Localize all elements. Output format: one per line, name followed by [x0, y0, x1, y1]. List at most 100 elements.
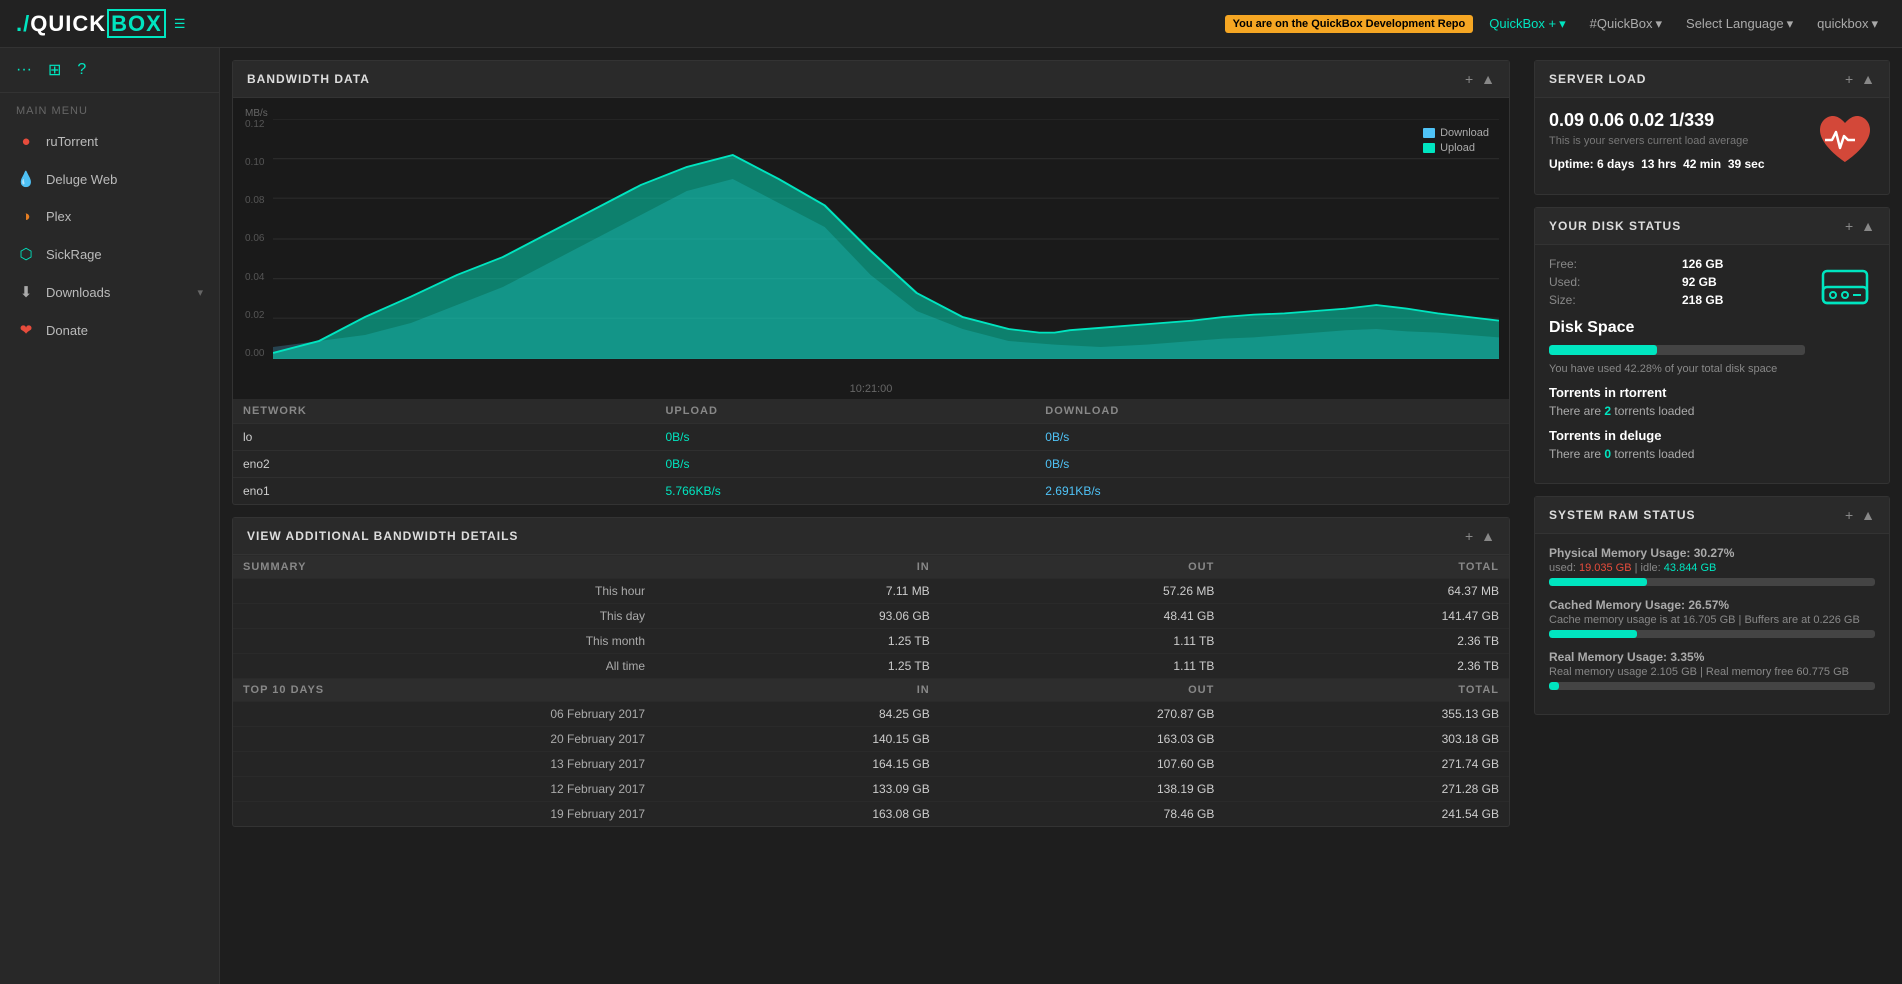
table-row: This hour 7.11 MB 57.26 MB 64.37 MB — [233, 579, 1509, 604]
col-total: TOTAL — [1224, 556, 1509, 579]
disk-used-label: Used: — [1549, 275, 1662, 289]
disk-free-label: Free: — [1549, 257, 1662, 271]
sidebar-ellipsis-button[interactable]: ··· — [16, 61, 32, 79]
torrents-deluge-section: Torrents in deluge There are 0 torrents … — [1549, 428, 1805, 461]
download-icon: ⬇ — [16, 283, 36, 301]
ram-card-body: Physical Memory Usage: 30.27% used: 19.0… — [1535, 534, 1889, 714]
table-row: eno2 0B/s 0B/s — [233, 451, 1509, 478]
ram-status-header: SYSTEM RAM STATUS + ▲ — [1535, 497, 1889, 534]
chevron-down-icon: ▾ — [197, 286, 203, 299]
dev-badge: You are on the QuickBox Development Repo — [1225, 15, 1474, 33]
table-row: lo 0B/s 0B/s — [233, 424, 1509, 451]
disk-used-value: 92 GB — [1682, 275, 1805, 289]
menu-toggle-button[interactable]: ☰ — [166, 12, 194, 36]
legend-upload: Upload — [1423, 142, 1489, 154]
real-memory-detail: Real memory usage 2.105 GB | Real memory… — [1549, 666, 1875, 678]
physical-bar-fill — [1549, 578, 1647, 586]
deluge-icon: 💧 — [16, 170, 36, 188]
puzzle-icon: ⊞ — [48, 62, 61, 79]
table-row: All time 1.25 TB 1.11 TB 2.36 TB — [233, 654, 1509, 679]
real-memory-bar — [1549, 682, 1875, 690]
disk-bar-fill — [1549, 345, 1657, 355]
real-memory-title: Real Memory Usage: 3.35% — [1549, 650, 1875, 664]
chevron-down-icon: ▾ — [1871, 16, 1878, 32]
col-in: IN — [655, 556, 940, 579]
sidebar-item-label: Downloads — [46, 285, 187, 300]
bandwidth-card: BANDWIDTH DATA + ▲ MB/s 0.12 0.10 — [232, 60, 1510, 505]
disk-status-expand-button[interactable]: + — [1845, 218, 1853, 234]
upload-color-swatch — [1423, 143, 1435, 153]
bandwidth-collapse-button[interactable]: ▲ — [1481, 71, 1495, 87]
server-load-expand-button[interactable]: + — [1845, 71, 1853, 87]
bandwidth-expand-button[interactable]: + — [1465, 71, 1473, 87]
col-download: DOWNLOAD — [1035, 399, 1509, 424]
disk-usage-text: You have used 42.28% of your total disk … — [1549, 363, 1805, 375]
col-upload: UPLOAD — [655, 399, 1035, 424]
server-load-title: SERVER LOAD — [1549, 72, 1845, 86]
table-row: This month 1.25 TB 1.11 TB 2.36 TB — [233, 629, 1509, 654]
sidebar-icon-bar: ··· ⊞ ? — [0, 48, 219, 93]
disk-icon-large — [1815, 257, 1875, 320]
bandwidth-card-header: BANDWIDTH DATA + ▲ — [233, 61, 1509, 98]
col-summary: SUMMARY — [233, 556, 655, 579]
bw-details-card: VIEW ADDITIONAL BANDWIDTH DETAILS + ▲ SU… — [232, 517, 1510, 827]
bw-details-collapse-button[interactable]: ▲ — [1481, 528, 1495, 544]
top10-header-row: TOP 10 DAYS IN OUT TOTAL — [233, 679, 1509, 702]
table-row: 20 February 2017 140.15 GB 163.03 GB 303… — [233, 727, 1509, 752]
bandwidth-chart-area: MB/s 0.12 0.10 0.08 0.06 0.04 0.02 0.00 — [233, 98, 1509, 399]
chart-legend: Download Upload — [1423, 127, 1489, 154]
language-select-button[interactable]: Select Language ▾ — [1678, 12, 1801, 36]
torrents-rtorrent-section: Torrents in rtorrent There are 2 torrent… — [1549, 385, 1805, 418]
table-row: 13 February 2017 164.15 GB 107.60 GB 271… — [233, 752, 1509, 777]
disk-status-collapse-button[interactable]: ▲ — [1861, 218, 1875, 234]
server-load-collapse-button[interactable]: ▲ — [1861, 71, 1875, 87]
sidebar-puzzle-button[interactable]: ⊞ — [48, 60, 61, 80]
sidebar-item-donate[interactable]: ❤ Donate — [0, 311, 219, 349]
logo-text: ./QUICKBOX — [16, 11, 166, 37]
table-row: eno1 5.766KB/s 2.691KB/s — [233, 478, 1509, 505]
physical-idle-val: 43.844 GB — [1664, 562, 1717, 574]
ram-status-card: SYSTEM RAM STATUS + ▲ Physical Memory Us… — [1534, 496, 1890, 715]
cached-memory-title: Cached Memory Usage: 26.57% — [1549, 598, 1875, 612]
physical-memory-section: Physical Memory Usage: 30.27% used: 19.0… — [1549, 546, 1875, 586]
disk-status-body: Free: 126 GB Used: 92 GB Size: 218 GB Di… — [1535, 245, 1889, 483]
sidebar-item-rutorrent[interactable]: ● ruTorrent — [0, 123, 219, 160]
table-row: This day 93.06 GB 48.41 GB 141.47 GB — [233, 604, 1509, 629]
disk-status-header: YOUR DISK STATUS + ▲ — [1535, 208, 1889, 245]
hashquickbox-menu-button[interactable]: #QuickBox ▾ — [1582, 12, 1670, 36]
sidebar-help-button[interactable]: ? — [77, 61, 86, 79]
quickbox-menu-button[interactable]: QuickBox + ▾ — [1481, 12, 1573, 36]
rtorrent-loaded-text: There are 2 torrents loaded — [1549, 404, 1805, 418]
download-color-swatch — [1423, 128, 1435, 138]
y-label-0.04: 0.04 — [245, 272, 264, 283]
chevron-down-icon: ▾ — [1559, 16, 1566, 32]
server-load-card: SERVER LOAD + ▲ 0.09 0.06 0.02 1/339 Thi… — [1534, 60, 1890, 195]
bw-details-expand-button[interactable]: + — [1465, 528, 1473, 544]
ram-expand-button[interactable]: + — [1845, 507, 1853, 523]
sickrage-icon: ⬡ — [16, 245, 36, 263]
ram-status-title: SYSTEM RAM STATUS — [1549, 508, 1845, 522]
cached-memory-bar — [1549, 630, 1875, 638]
right-column: SERVER LOAD + ▲ 0.09 0.06 0.02 1/339 Thi… — [1522, 48, 1902, 984]
server-load-sub: This is your servers current load averag… — [1549, 135, 1805, 147]
cached-bar-fill — [1549, 630, 1637, 638]
server-load-body: 0.09 0.06 0.02 1/339 This is your server… — [1535, 98, 1889, 194]
sidebar-item-deluge[interactable]: 💧 Deluge Web — [0, 160, 219, 198]
deluge-loaded-text: There are 0 torrents loaded — [1549, 447, 1805, 461]
y-label-0.08: 0.08 — [245, 195, 264, 206]
ram-collapse-button[interactable]: ▲ — [1861, 507, 1875, 523]
sidebar-item-plex[interactable]: ◑ Plex — [0, 198, 219, 235]
sidebar-item-sickrage[interactable]: ⬡ SickRage — [0, 235, 219, 273]
main-layout: ··· ⊞ ? MAIN MENU ● ruTorrent 💧 Deluge W… — [0, 48, 1902, 984]
y-label-0.06: 0.06 — [245, 233, 264, 244]
heartbeat-svg — [1815, 110, 1875, 170]
sidebar-item-label: Deluge Web — [46, 172, 203, 187]
physical-memory-title: Physical Memory Usage: 30.27% — [1549, 546, 1875, 560]
heartbeat-icon — [1815, 110, 1875, 182]
hamburger-icon: ☰ — [174, 16, 186, 32]
sidebar-item-downloads[interactable]: ⬇ Downloads ▾ — [0, 273, 219, 311]
cached-memory-detail: Cache memory usage is at 16.705 GB | Buf… — [1549, 614, 1875, 626]
user-menu-button[interactable]: quickbox ▾ — [1809, 12, 1886, 36]
content-area: BANDWIDTH DATA + ▲ MB/s 0.12 0.10 — [220, 48, 1902, 984]
disk-svg — [1815, 257, 1875, 317]
